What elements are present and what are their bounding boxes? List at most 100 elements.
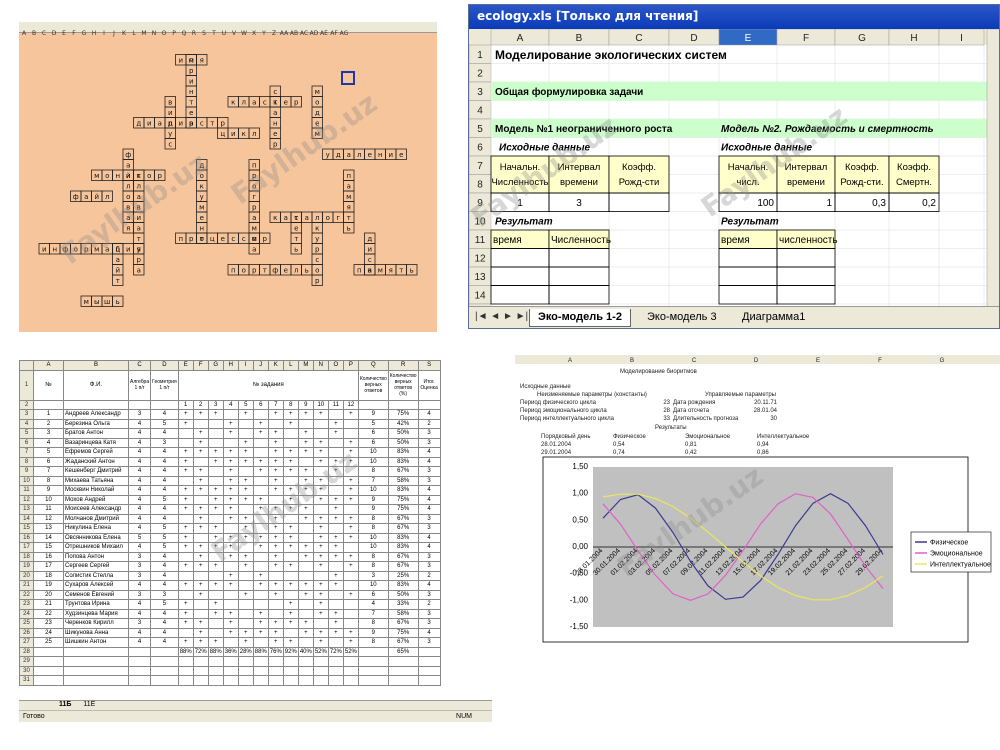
task-mark[interactable] xyxy=(312,618,329,629)
task-mark[interactable] xyxy=(252,637,269,648)
geometry-grade[interactable]: 5 xyxy=(150,599,179,610)
task-mark[interactable]: + xyxy=(207,637,224,648)
student-no[interactable]: 10 xyxy=(33,494,64,505)
student-no[interactable]: 2 xyxy=(33,418,64,429)
task-mark[interactable]: + xyxy=(252,456,269,467)
cell[interactable] xyxy=(207,665,224,676)
task-mark[interactable]: + xyxy=(177,485,194,496)
final-mark[interactable]: 3 xyxy=(417,523,441,534)
geometry-grade[interactable]: 5 xyxy=(150,494,179,505)
task-mark[interactable] xyxy=(297,456,314,467)
cell[interactable] xyxy=(177,656,194,667)
geometry-grade[interactable]: 4 xyxy=(150,513,179,524)
task-mark[interactable]: + xyxy=(192,428,209,439)
task-mark[interactable]: + xyxy=(237,532,254,543)
task-mark[interactable]: + xyxy=(342,523,359,534)
student-name[interactable]: Ефремов Сергей xyxy=(63,447,129,458)
cell[interactable] xyxy=(63,399,129,410)
cell[interactable] xyxy=(252,665,269,676)
task-mark[interactable]: + xyxy=(282,504,299,515)
table-row[interactable]: 8 6 Жаданский Антон 4 4 + + + + + + + + + +10 83% 4 xyxy=(19,456,441,467)
task-mark[interactable]: + xyxy=(207,561,224,572)
algebra-grade[interactable]: 4 xyxy=(127,475,152,486)
task-mark[interactable] xyxy=(237,418,254,429)
task-mark[interactable] xyxy=(252,589,269,600)
task-mark[interactable]: + xyxy=(192,523,209,534)
task-mark[interactable] xyxy=(312,428,329,439)
task-mark[interactable]: + xyxy=(312,409,329,420)
algebra-grade[interactable]: 4 xyxy=(127,504,152,515)
column-letter[interactable]: H xyxy=(222,360,239,371)
task-mark[interactable] xyxy=(192,599,209,610)
task-mark[interactable] xyxy=(207,437,224,448)
task-mark[interactable]: + xyxy=(222,504,239,515)
task-pct[interactable]: 88% xyxy=(252,646,269,657)
algebra-grade[interactable]: 4 xyxy=(127,608,152,619)
task-mark[interactable] xyxy=(237,580,254,591)
final-mark[interactable]: 4 xyxy=(417,494,441,505)
task-mark[interactable] xyxy=(252,447,269,458)
correct-count[interactable]: 8 xyxy=(357,523,389,534)
column-letter[interactable]: A xyxy=(33,360,64,371)
algebra-grade[interactable]: 3 xyxy=(127,570,152,581)
final-mark[interactable]: 4 xyxy=(417,456,441,467)
student-no[interactable]: 1 xyxy=(33,409,64,420)
task-mark[interactable]: + xyxy=(297,513,314,524)
algebra-grade[interactable]: 4 xyxy=(127,494,152,505)
table-row[interactable]: 4 2 Березина Ольга 4 5 + + + + +5 42% 2 xyxy=(19,418,441,429)
task-mark[interactable] xyxy=(207,418,224,429)
task-mark[interactable]: + xyxy=(222,485,239,496)
task-pct[interactable]: 52% xyxy=(342,646,359,657)
final-mark[interactable]: 4 xyxy=(417,504,441,515)
task-mark[interactable]: + xyxy=(267,409,284,420)
algebra-grade[interactable]: 4 xyxy=(127,418,152,429)
task-pct[interactable]: 40% xyxy=(297,646,314,657)
row-number[interactable]: 5 xyxy=(19,428,34,439)
final-mark[interactable]: 4 xyxy=(417,447,441,458)
task-mark[interactable] xyxy=(342,618,359,629)
geometry-grade[interactable]: 4 xyxy=(150,608,179,619)
correct-pct[interactable]: 67% xyxy=(387,523,419,534)
correct-pct[interactable]: 67% xyxy=(387,513,419,524)
task-mark[interactable]: + xyxy=(267,532,284,543)
table-row[interactable]: 26 24 Шикунова Анна 4 4 + + + + + + + + +9 75% 4 xyxy=(19,627,441,638)
task-mark[interactable] xyxy=(342,599,359,610)
cell[interactable] xyxy=(387,399,419,410)
task-mark[interactable] xyxy=(177,627,194,638)
task-mark[interactable]: + xyxy=(207,532,224,543)
task-number[interactable]: 4 xyxy=(222,399,239,410)
algebra-grade[interactable]: 4 xyxy=(127,599,152,610)
student-name[interactable]: Молчанов Дмитрий xyxy=(63,513,129,524)
student-no[interactable]: 7 xyxy=(33,466,64,477)
student-no[interactable]: 12 xyxy=(33,513,64,524)
row-number[interactable]: 3 xyxy=(19,409,34,420)
task-mark[interactable] xyxy=(237,504,254,515)
header-tasks[interactable]: № задания xyxy=(177,369,359,401)
correct-pct[interactable]: 25% xyxy=(387,570,419,581)
student-name[interactable]: Андреев Александр xyxy=(63,409,129,420)
task-mark[interactable]: + xyxy=(222,428,239,439)
student-name[interactable]: Михаева Татьяна xyxy=(63,475,129,486)
task-mark[interactable]: + xyxy=(252,494,269,505)
task-mark[interactable]: + xyxy=(237,513,254,524)
task-mark[interactable]: + xyxy=(222,627,239,638)
task-mark[interactable]: + xyxy=(267,447,284,458)
cell[interactable] xyxy=(357,656,389,667)
task-pct[interactable]: 28% xyxy=(237,646,254,657)
row-number[interactable]: 21 xyxy=(19,580,34,591)
cell[interactable] xyxy=(150,665,179,676)
task-mark[interactable]: + xyxy=(327,618,344,629)
algebra-grade[interactable]: 3 xyxy=(127,561,152,572)
task-mark[interactable]: + xyxy=(342,447,359,458)
task-mark[interactable]: + xyxy=(222,456,239,467)
geometry-grade[interactable]: 4 xyxy=(150,551,179,562)
task-mark[interactable]: + xyxy=(267,513,284,524)
task-mark[interactable]: + xyxy=(222,447,239,458)
row-number[interactable]: 4 xyxy=(19,418,34,429)
cell[interactable] xyxy=(33,399,64,410)
task-mark[interactable] xyxy=(222,589,239,600)
task-number[interactable]: 11 xyxy=(327,399,344,410)
task-mark[interactable]: + xyxy=(252,627,269,638)
task-mark[interactable] xyxy=(207,428,224,439)
task-mark[interactable] xyxy=(327,485,344,496)
